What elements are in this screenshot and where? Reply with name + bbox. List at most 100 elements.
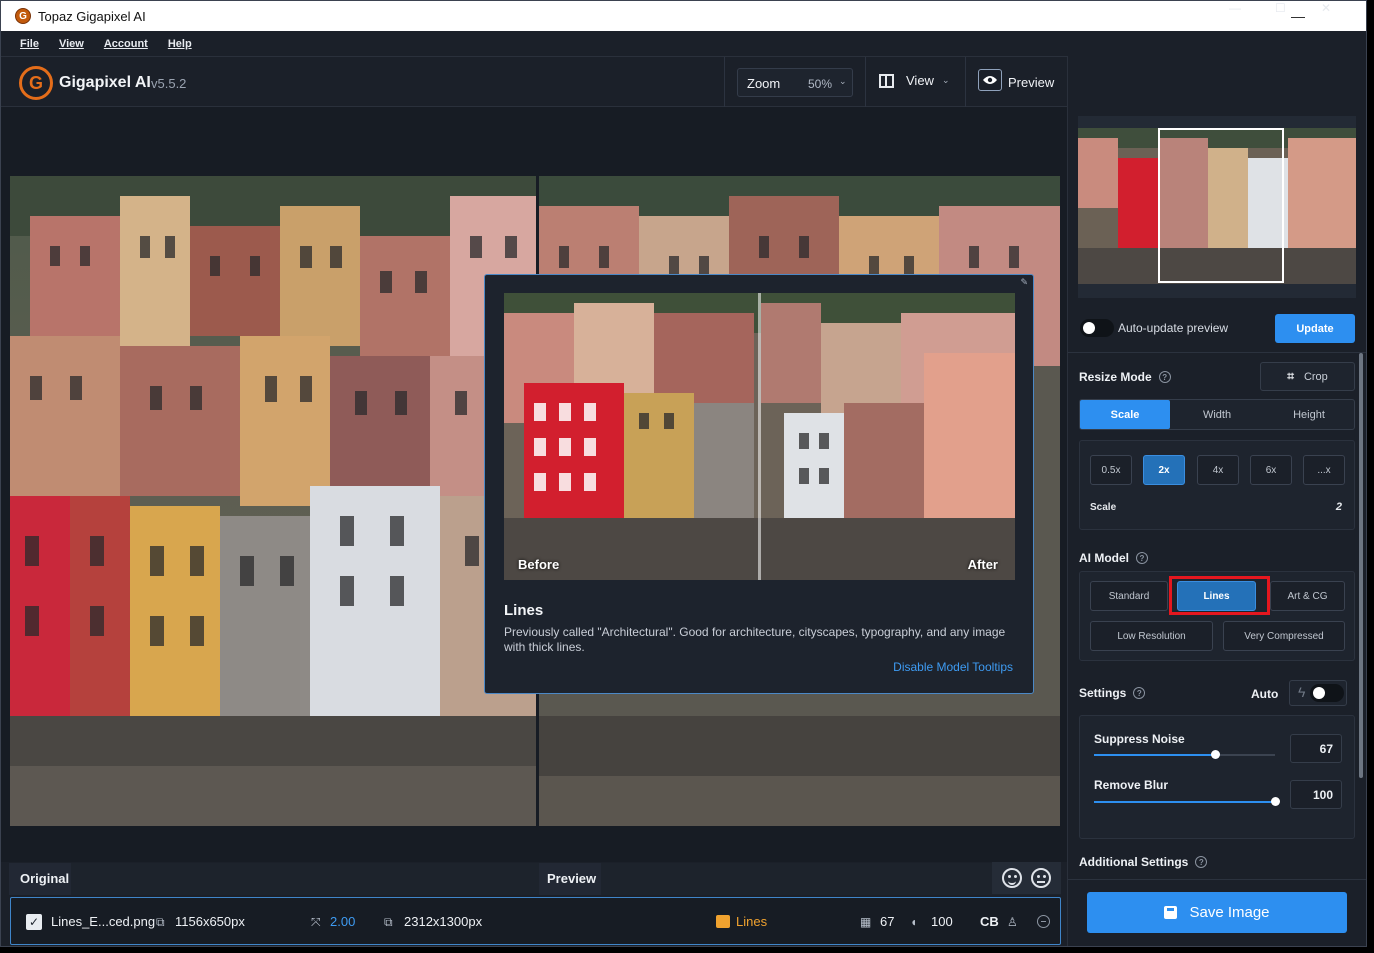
settings-sliders: Suppress Noise 67 Remove Blur 100 [1079,715,1355,839]
model-icon [716,915,730,928]
toolbar-divider [965,57,966,108]
panel-scrollbar[interactable] [1359,353,1363,778]
window-title: Topaz Gigapixel AI [38,8,146,24]
pin-icon[interactable]: ✎ [1020,277,1028,288]
remove-blur-handle[interactable] [1271,797,1280,806]
suppress-noise-handle[interactable] [1211,750,1220,759]
scale-option-2x[interactable]: 2x [1143,455,1185,485]
help-icon[interactable]: ? [1195,856,1208,868]
settings-label: Settings [1079,686,1127,700]
auto-settings-label: Auto [1251,687,1279,701]
navigator-thumbnail[interactable] [1078,116,1356,298]
file-checkbox[interactable]: ✓ [26,914,42,930]
auto-toggle-switch[interactable] [1310,684,1344,702]
file-scale: 2.00 [330,914,356,929]
after-label: After [967,557,998,572]
preview-toggle-button[interactable]: Preview [978,69,1054,91]
auto-update-toggle[interactable] [1080,319,1114,337]
scale-option-6x[interactable]: 6x [1250,455,1292,485]
update-button[interactable]: Update [1275,314,1355,343]
suppress-noise-fill [1094,754,1215,756]
scale-option-4x[interactable]: 4x [1197,455,1239,485]
neutral-face-icon[interactable] [1030,868,1051,888]
ai-model-label: AI Model [1079,551,1129,565]
zoom-value: 50% [808,77,833,91]
auto-settings-toggle[interactable]: ϟ [1289,680,1347,706]
suppress-noise-input[interactable]: 67 [1290,734,1342,763]
menu-help[interactable]: Help [168,38,192,50]
blur-icon: ◖ [910,915,918,929]
feedback-buttons [992,862,1061,894]
file-cb: CB [980,914,999,929]
menu-view[interactable]: View [59,38,84,50]
output-size-icon: ⧉ [384,915,393,929]
model-art-cg[interactable]: Art & CG [1270,581,1345,611]
output-size: 2312x1300px [404,914,483,929]
toolbar-divider [724,57,725,108]
tab-height[interactable]: Height [1264,400,1354,429]
suppress-noise-slider[interactable] [1094,750,1275,759]
title-bar: G Topaz Gigapixel AI — [1,1,1366,31]
crop-button[interactable]: ⌗ Crop [1260,362,1355,391]
save-area: Save Image [1068,879,1366,946]
original-pane-label: Original [20,871,70,886]
menu-bar: File View Account Help [1,31,1366,56]
chevron-down-icon: ⌄ [839,76,847,86]
remove-blur-slider[interactable] [1094,797,1280,806]
scale-option-custom[interactable]: ...x [1303,455,1345,485]
view-mode-button[interactable]: View ⌄ [879,73,950,88]
remove-blur-fill [1094,801,1275,803]
resize-mode-title: Resize Mode ? [1079,370,1171,384]
navigator-viewport-frame[interactable] [1158,128,1284,283]
model-low-resolution[interactable]: Low Resolution [1090,621,1213,651]
zoom-dropdown[interactable]: Zoom 50% ⌄ [737,68,853,97]
smile-face-icon[interactable] [1002,868,1023,888]
suppress-noise-label: Suppress Noise [1094,732,1185,746]
highlight-box [1169,576,1270,615]
scale-value: 2 [1335,501,1342,513]
resize-mode-tabs: Scale Width Height [1079,399,1355,430]
menu-file[interactable]: File [20,38,39,50]
original-image[interactable] [10,176,536,826]
app-version: v5.5.2 [151,76,187,91]
save-image-label: Save Image [1189,904,1270,921]
help-icon[interactable]: ? [1133,687,1146,699]
remove-blur-input[interactable]: 100 [1290,780,1342,809]
scale-options: 0.5x 2x 4x 6x ...x Scale 2 [1079,440,1355,530]
file-model: Lines [736,914,768,929]
help-icon[interactable]: ? [1158,371,1171,383]
additional-settings-label: Additional Settings [1079,855,1189,869]
model-standard[interactable]: Standard [1090,581,1168,611]
maximize-button[interactable]: ☐ [1275,1,1286,15]
menu-account[interactable]: Account [104,38,148,50]
gigapixel-logo-icon: G [15,8,31,24]
ai-model-title: AI Model ? [1079,551,1148,565]
close-button[interactable]: ✕ [1321,1,1331,15]
model-very-compressed[interactable]: Very Compressed [1223,621,1345,651]
app-brand: Gigapixel AI [59,74,151,91]
file-name: Lines_E...ced.png [51,914,156,929]
auto-update-label: Auto-update preview [1118,321,1229,335]
eye-icon [978,69,1002,91]
noise-icon: ▦ [860,915,872,929]
tab-width[interactable]: Width [1172,400,1262,429]
file-row[interactable]: ✓ Lines_E...ced.png ⧉ 1156x650px ⤧ 2.00 … [10,897,1061,945]
chevron-down-icon: ⌄ [941,75,950,85]
input-size: 1156x650px [175,914,245,929]
model-tooltip: ✎ Before After Lines Previously called "… [484,274,1034,694]
save-image-button[interactable]: Save Image [1087,892,1347,933]
scale-option-0-5x[interactable]: 0.5x [1090,455,1132,485]
help-icon[interactable]: ? [1136,552,1148,564]
resize-mode-label: Resize Mode [1079,370,1152,384]
remove-file-icon[interactable] [1037,915,1050,928]
toolbar-divider [865,57,866,108]
disable-tooltips-link[interactable]: Disable Model Tooltips [893,660,1013,674]
remove-blur-label: Remove Blur [1094,778,1169,792]
additional-settings-title: Additional Settings ? [1079,855,1208,869]
tab-scale[interactable]: Scale [1080,400,1170,429]
divider [1068,352,1366,353]
minimize-button-2[interactable]: — [1229,1,1241,15]
before-after-divider [758,293,761,580]
scale-label: Scale [1090,502,1117,513]
file-noise: 67 [880,914,895,929]
